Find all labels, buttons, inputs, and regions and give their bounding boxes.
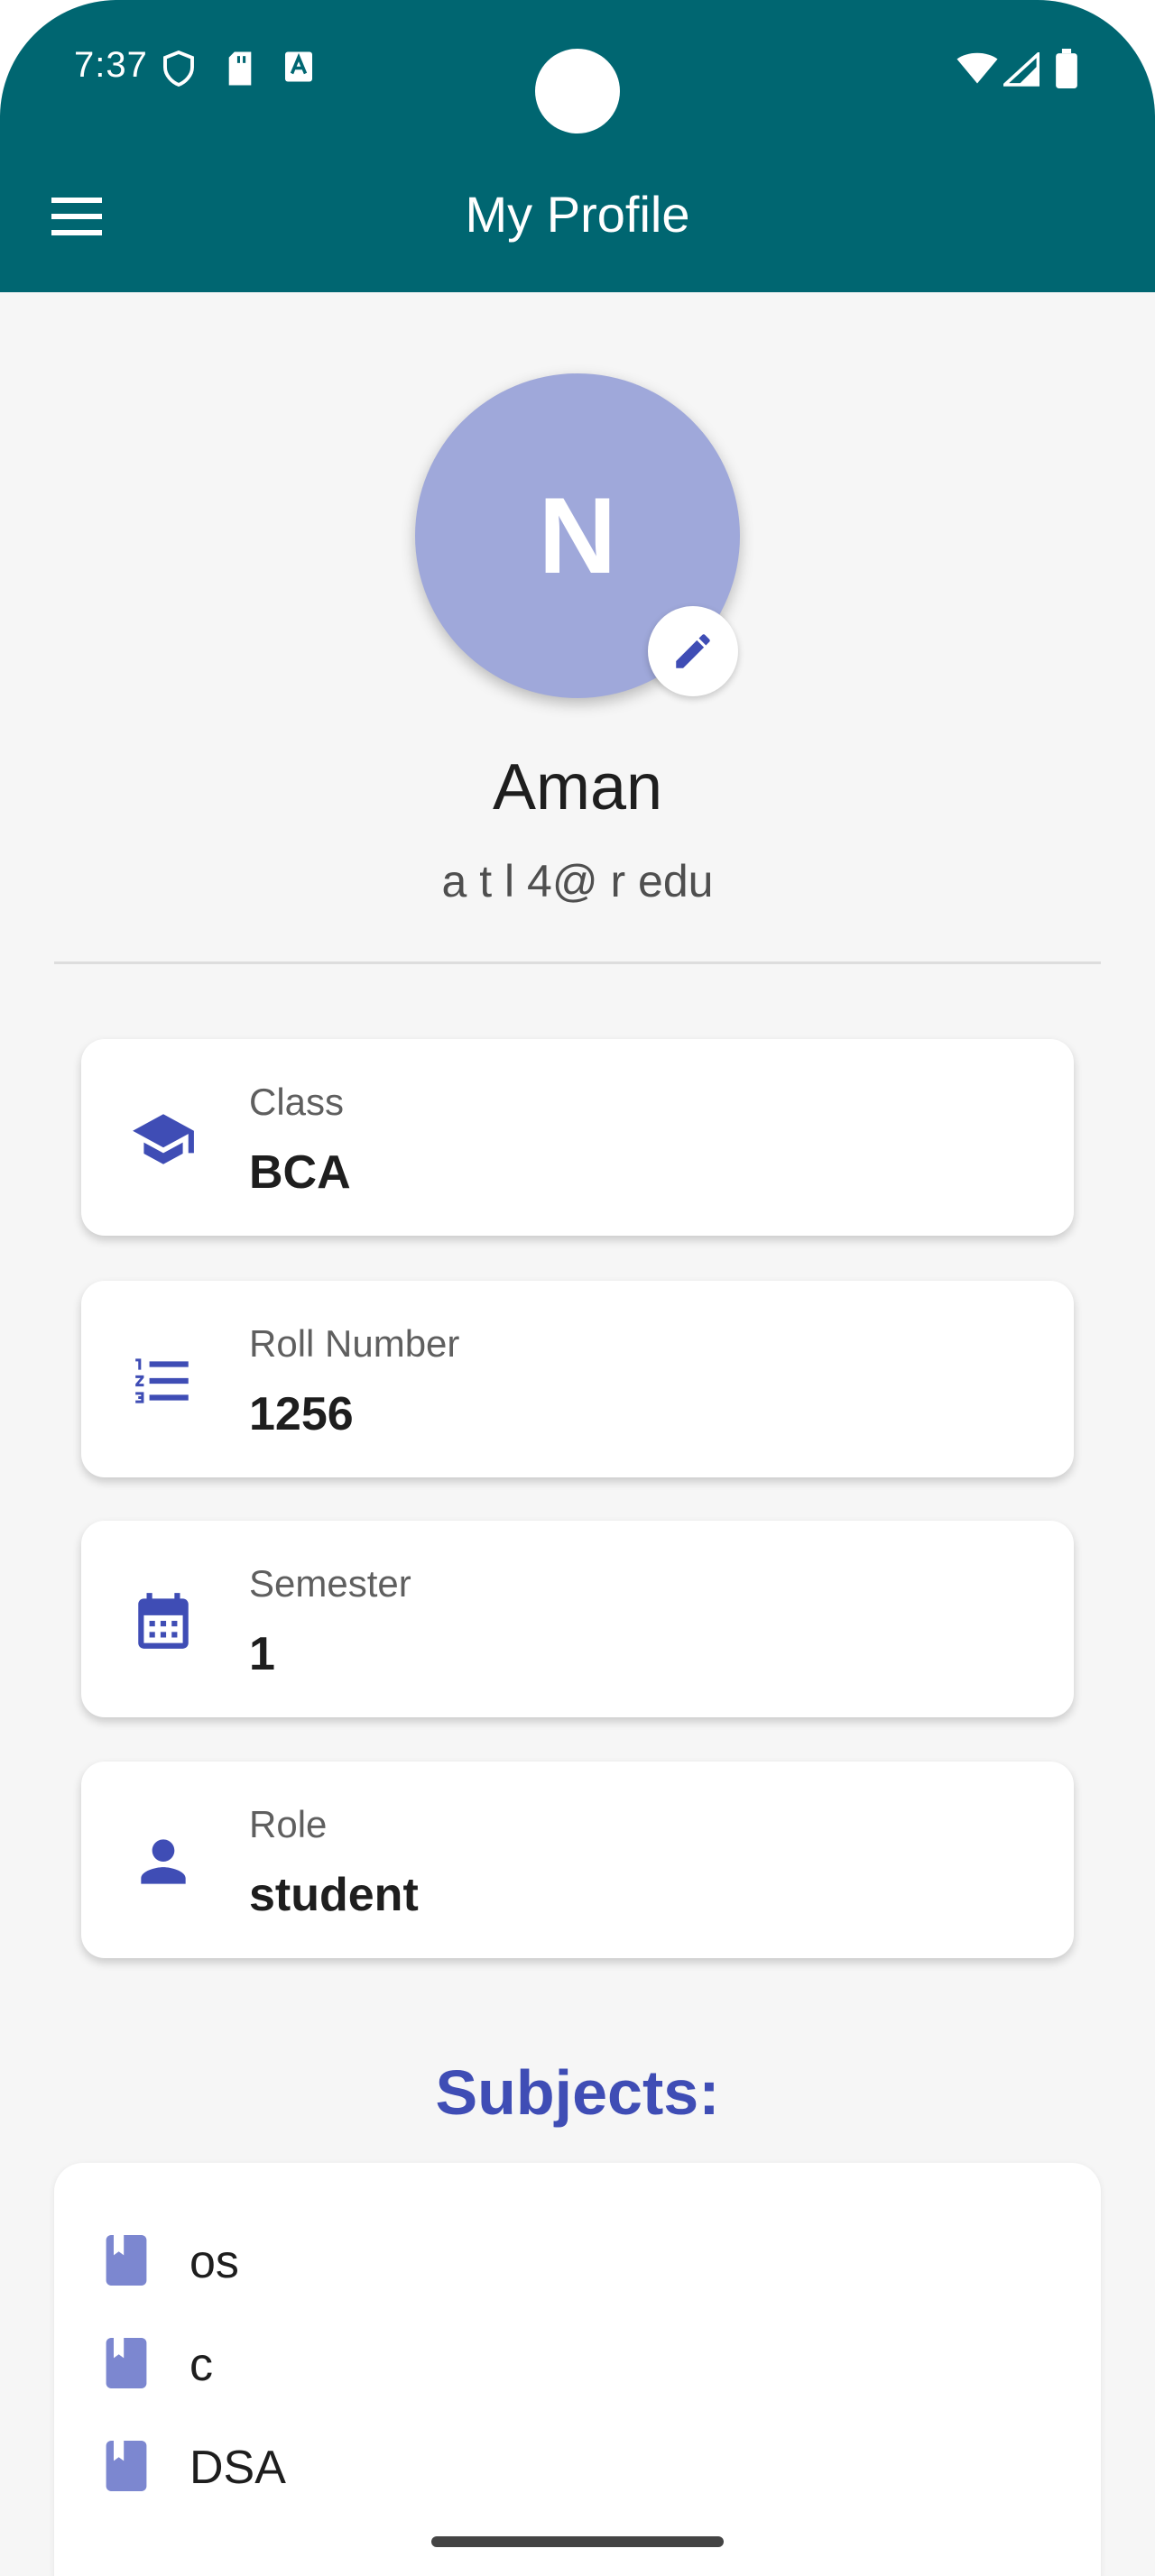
home-indicator[interactable] [431, 2536, 724, 2547]
divider [54, 961, 1101, 964]
semester-value: 1 [249, 1628, 275, 1680]
role-value: student [249, 1869, 419, 1921]
battery-icon [1056, 49, 1077, 93]
calendar-icon [130, 1587, 197, 1654]
profile-name: Aman [492, 751, 663, 823]
screen: 7:37 My Profile N Aman a t l 4@ r edu Cl… [0, 0, 1155, 2576]
subject-name: DSA [189, 2442, 286, 2494]
roll-number-value: 1256 [249, 1388, 354, 1440]
class-value: BCA [249, 1146, 351, 1199]
roll-number-label: Roll Number [249, 1322, 460, 1365]
class-card: Class BCA [81, 1039, 1074, 1236]
shield-icon [162, 50, 195, 91]
school-icon [130, 1106, 197, 1173]
status-time: 7:37 [74, 45, 148, 85]
list-item: c [54, 2322, 1101, 2403]
status-bar: 7:37 [0, 0, 1155, 135]
semester-label: Semester [249, 1562, 411, 1605]
role-label: Role [249, 1803, 328, 1845]
edit-icon [676, 634, 710, 668]
semester-card: Semester 1 [81, 1521, 1074, 1717]
list-item: DSA [54, 2424, 1101, 2506]
subject-name: os [189, 2236, 239, 2288]
role-card: Role student [81, 1762, 1074, 1958]
app-bar: 7:37 My Profile [0, 0, 1155, 292]
text-icon [283, 51, 314, 87]
wifi-icon [956, 52, 998, 89]
subject-name: c [189, 2339, 213, 2391]
list-item: os [54, 2219, 1101, 2300]
class-label: Class [249, 1081, 345, 1123]
sd-card-icon [226, 51, 254, 91]
subjects-list: os c DSA [54, 2163, 1101, 2576]
profile-email: a t l 4@ r edu [441, 856, 714, 906]
roll-number-card: Roll Number 1256 [81, 1281, 1074, 1477]
edit-avatar-button[interactable] [648, 606, 738, 696]
book-icon [106, 2338, 147, 2388]
person-icon [130, 1828, 197, 1895]
book-icon [106, 2235, 147, 2286]
camera-cutout [535, 49, 620, 133]
subjects-heading: Subjects: [435, 2057, 720, 2128]
page-title: My Profile [465, 186, 690, 243]
avatar-letter: N [538, 475, 617, 596]
signal-icon [1000, 50, 1040, 91]
book-icon [106, 2441, 147, 2491]
numbered-list-icon [130, 1348, 197, 1414]
